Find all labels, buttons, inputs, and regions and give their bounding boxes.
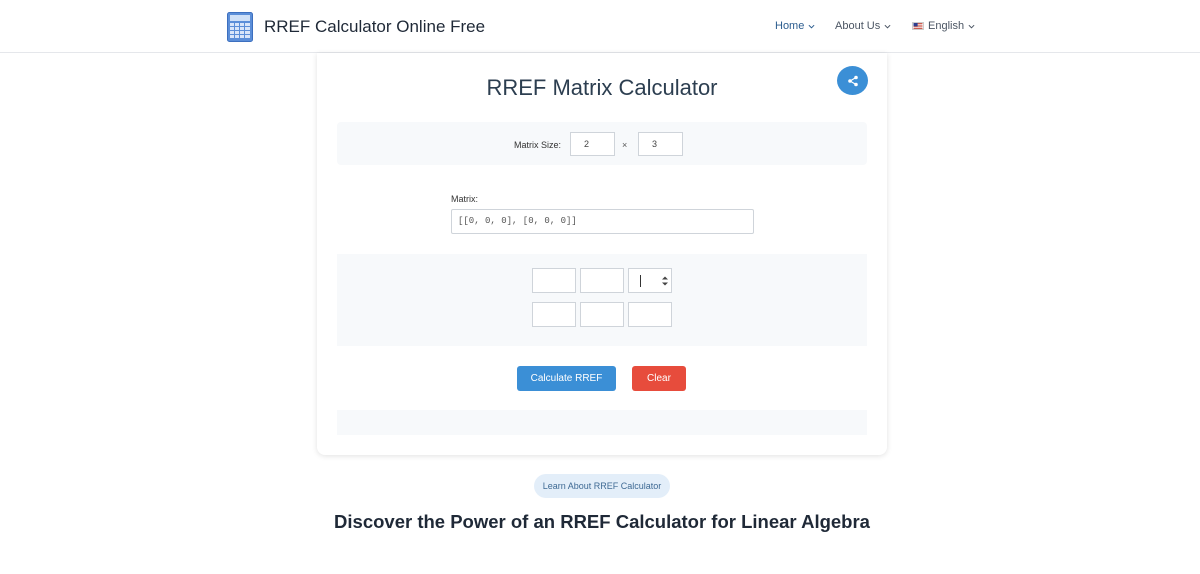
cols-input[interactable]: 3	[638, 132, 683, 156]
matrix-cell-r2c3[interactable]	[628, 302, 672, 327]
matrix-cell-r1c2[interactable]	[580, 268, 624, 293]
nav-home[interactable]: Home	[775, 20, 815, 32]
matrix-label: Matrix:	[451, 194, 478, 204]
text-caret	[640, 275, 641, 287]
site-header: RREF Calculator Online Free Home About U…	[0, 0, 1200, 53]
discover-heading: Discover the Power of an RREF Calculator…	[334, 511, 870, 532]
matrix-cell-r1c3[interactable]	[628, 268, 672, 293]
calculator-title: RREF Matrix Calculator	[486, 75, 718, 100]
clear-button[interactable]: Clear	[632, 366, 686, 391]
result-panel	[337, 410, 867, 435]
calculate-rref-button[interactable]: Calculate RREF	[517, 366, 616, 391]
us-flag-icon	[912, 22, 924, 30]
matrix-size-label: Matrix Size:	[514, 140, 562, 150]
language-selector[interactable]: English	[912, 20, 975, 32]
chevron-down-icon	[884, 24, 891, 29]
matrix-text-input[interactable]: [[0, 0, 0], [0, 0, 0]]	[451, 209, 754, 234]
brand-title[interactable]: RREF Calculator Online Free	[264, 17, 485, 37]
matrix-cell-r1c1[interactable]	[532, 268, 576, 293]
learn-more-button[interactable]: Learn About RREF Calculator	[534, 474, 670, 498]
language-label: English	[928, 20, 965, 32]
chevron-down-icon	[968, 24, 975, 29]
calculator-icon[interactable]	[227, 12, 253, 42]
nav-home-label: Home	[775, 20, 805, 32]
matrix-cell-r2c1[interactable]	[532, 302, 576, 327]
matrix-cell-r2c2[interactable]	[580, 302, 624, 327]
chevron-down-icon	[808, 24, 815, 29]
spinner-arrows-icon[interactable]	[661, 274, 669, 288]
nav-about-label: About Us	[835, 20, 881, 32]
rows-input[interactable]: 2	[570, 132, 615, 156]
nav-about[interactable]: About Us	[835, 20, 891, 32]
times-symbol: ×	[622, 140, 628, 150]
